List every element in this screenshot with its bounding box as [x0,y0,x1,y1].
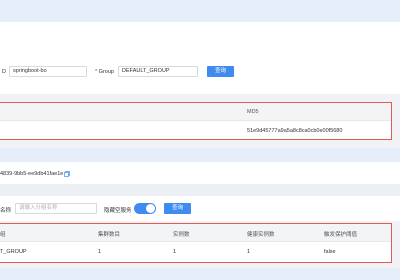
column-header: 集群数目 [98,232,121,238]
group-label: * Group [95,69,114,75]
table-cell: false [324,249,336,255]
dataid-input[interactable]: springboot-bo [9,66,87,77]
dataid-label: D [2,69,6,75]
config-search-panel: D springboot-bo * Group DEFAULT_GROUP 查询 [0,52,400,94]
md5-value: 51e9d45777a9a5a8c8ca0cb0e00f5680 [247,128,343,134]
namespace-id: 4839-9bb5-ee9db41fae1e [0,171,64,177]
required-mark: * [95,69,98,75]
toggle-knob [146,204,155,213]
table-cell: 1 [247,249,251,255]
table-cell: T_GROUP [0,249,27,255]
column-header: 健康实例数 [247,232,275,238]
md5-header: MD5 [247,109,259,115]
hide-empty-toggle[interactable] [134,203,156,214]
group-input[interactable]: DEFAULT_GROUP [118,66,198,77]
config-table-row: 51e9d45777a9a5a8c8ca0cb0e00f5680 [0,121,391,140]
top-header-band [0,0,400,22]
column-header: 触发保护阈值 [324,232,358,238]
table-row: T_GROUP 1 1 1 false [0,242,391,262]
top-blank-panel [0,22,400,52]
table-cell: 1 [173,249,177,255]
service-name-label: 名称 [0,208,12,214]
service-search-panel: 名称 请输入分组名称 隐藏空服务 查询 [0,196,400,221]
copy-icon[interactable] [64,171,70,177]
hide-empty-label: 隐藏空服务 [104,208,132,214]
service-header-band [0,148,400,162]
bottom-band [0,268,400,280]
column-header: 实例数 [173,232,190,238]
service-query-button[interactable]: 查询 [164,203,191,214]
service-table-header: 组 集群数目 实例数 健康实例数 触发保护阈值 [0,224,391,241]
config-table-header: MD5 [0,103,391,120]
service-name-input[interactable]: 请输入分组名称 [15,203,97,214]
config-result-table: MD5 51e9d45777a9a5a8c8ca0cb0e00f5680 [0,102,392,140]
group-label-text: Group [98,69,114,75]
service-table: 组 集群数目 实例数 健康实例数 触发保护阈值 T_GROUP 1 1 1 fa… [0,223,392,263]
namespace-panel: 4839-9bb5-ee9db41fae1e [0,162,400,184]
config-query-button[interactable]: 查询 [207,66,234,77]
column-header: 组 [0,232,6,238]
service-divider-band [0,184,400,196]
table-cell: 1 [98,249,102,255]
